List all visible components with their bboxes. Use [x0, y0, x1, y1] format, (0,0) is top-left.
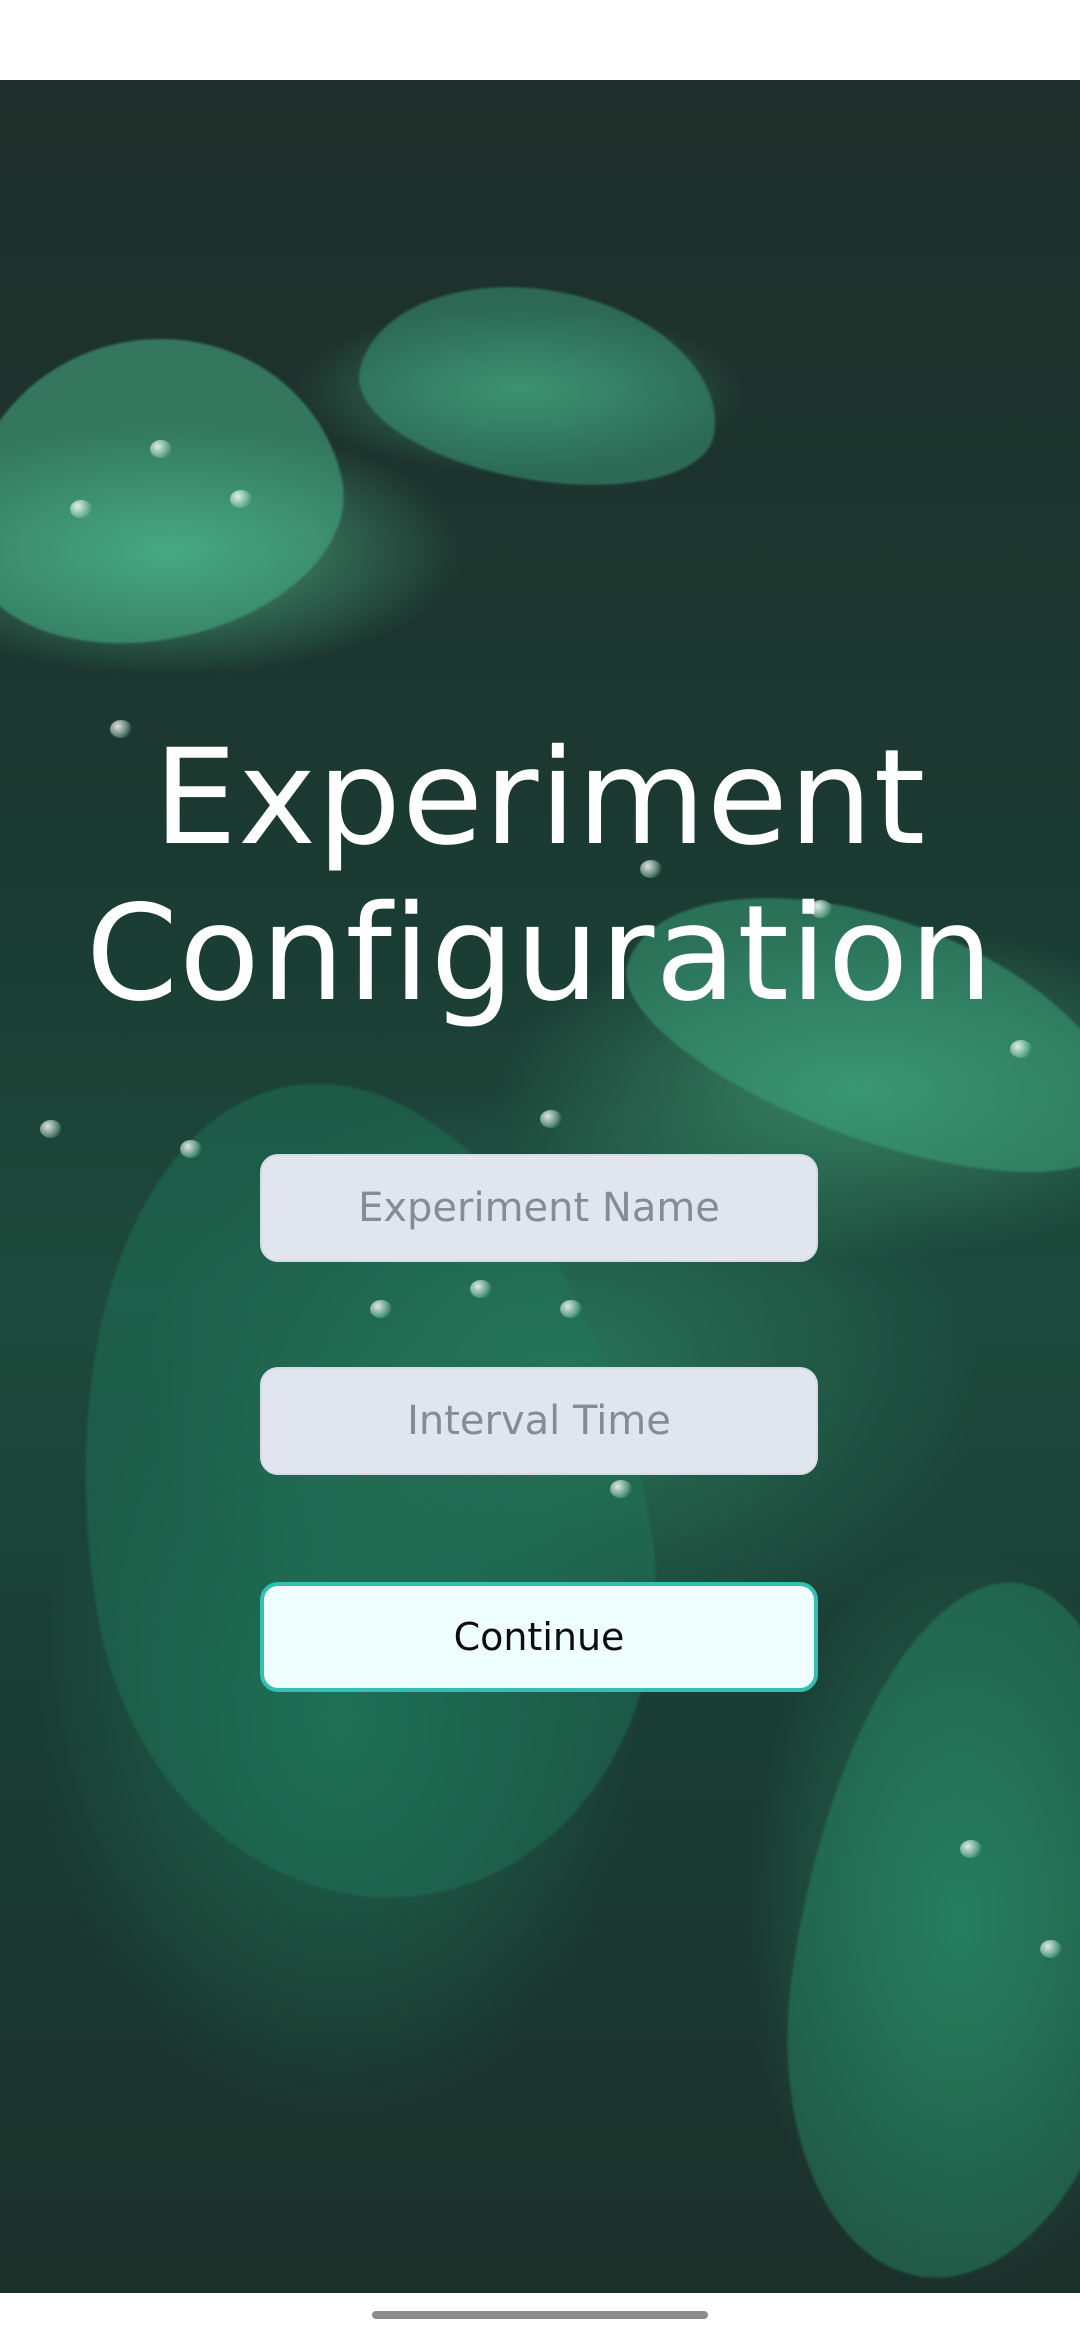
page-title-line2: Configuration — [85, 877, 995, 1031]
water-drop — [470, 1280, 492, 1298]
water-drop — [960, 1840, 982, 1858]
water-drop — [230, 490, 252, 508]
water-drop — [40, 1120, 62, 1138]
interval-time-input[interactable] — [262, 1368, 816, 1474]
water-drop — [540, 1110, 562, 1128]
continue-button[interactable]: Continue — [260, 1582, 818, 1692]
leaf-shape — [346, 260, 734, 510]
water-drop — [560, 1300, 582, 1318]
water-drop — [1040, 1940, 1062, 1958]
interval-time-field[interactable] — [260, 1367, 818, 1475]
experiment-name-field[interactable] — [260, 1154, 818, 1262]
status-bar — [0, 0, 1080, 80]
page-title: Experiment Configuration — [0, 720, 1080, 1032]
water-drop — [180, 1140, 202, 1158]
home-indicator[interactable] — [372, 2311, 708, 2319]
water-drop — [1010, 1040, 1032, 1058]
water-drop — [150, 440, 172, 458]
page-title-line1: Experiment — [153, 721, 927, 875]
water-drop — [610, 1480, 632, 1498]
water-drop — [370, 1300, 392, 1318]
experiment-name-input[interactable] — [262, 1155, 816, 1261]
leaf-shape — [0, 303, 368, 677]
water-drop — [70, 500, 92, 518]
